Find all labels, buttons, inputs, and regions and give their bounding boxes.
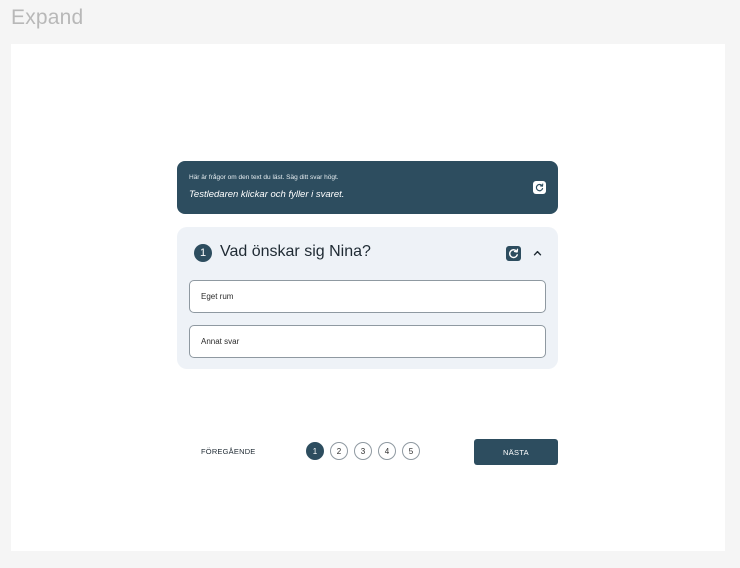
page-3-button[interactable]: 3	[354, 442, 372, 460]
instruction-banner: Här är frågor om den text du läst. Säg d…	[177, 161, 558, 214]
screen-frame: Här är frågor om den text du läst. Säg d…	[11, 44, 725, 551]
answer-option-eget-rum[interactable]: Eget rum	[189, 280, 546, 313]
question-title: Vad önskar sig Nina?	[220, 243, 371, 260]
banner-instruction: Här är frågor om den text du läst. Säg d…	[189, 174, 339, 181]
refresh-icon[interactable]	[533, 181, 546, 194]
page-4-button[interactable]: 4	[378, 442, 396, 460]
refresh-icon[interactable]	[506, 246, 521, 261]
page-label: Expand	[11, 6, 84, 29]
page-1-button[interactable]: 1	[306, 442, 324, 460]
chevron-up-icon[interactable]	[531, 247, 543, 259]
page-2-button[interactable]: 2	[330, 442, 348, 460]
banner-note: Testledaren klickar och fyller i svaret.	[189, 189, 345, 200]
pagination: 1 2 3 4 5	[306, 442, 420, 460]
previous-button[interactable]: FÖREGÅENDE	[201, 447, 256, 456]
page-5-button[interactable]: 5	[402, 442, 420, 460]
next-button[interactable]: NÄSTA	[474, 439, 558, 465]
question-card: 1 Vad önskar sig Nina? Eget rum Annat sv…	[177, 227, 558, 369]
question-number: 1	[194, 244, 212, 262]
answer-option-annat-svar[interactable]: Annat svar	[189, 325, 546, 358]
